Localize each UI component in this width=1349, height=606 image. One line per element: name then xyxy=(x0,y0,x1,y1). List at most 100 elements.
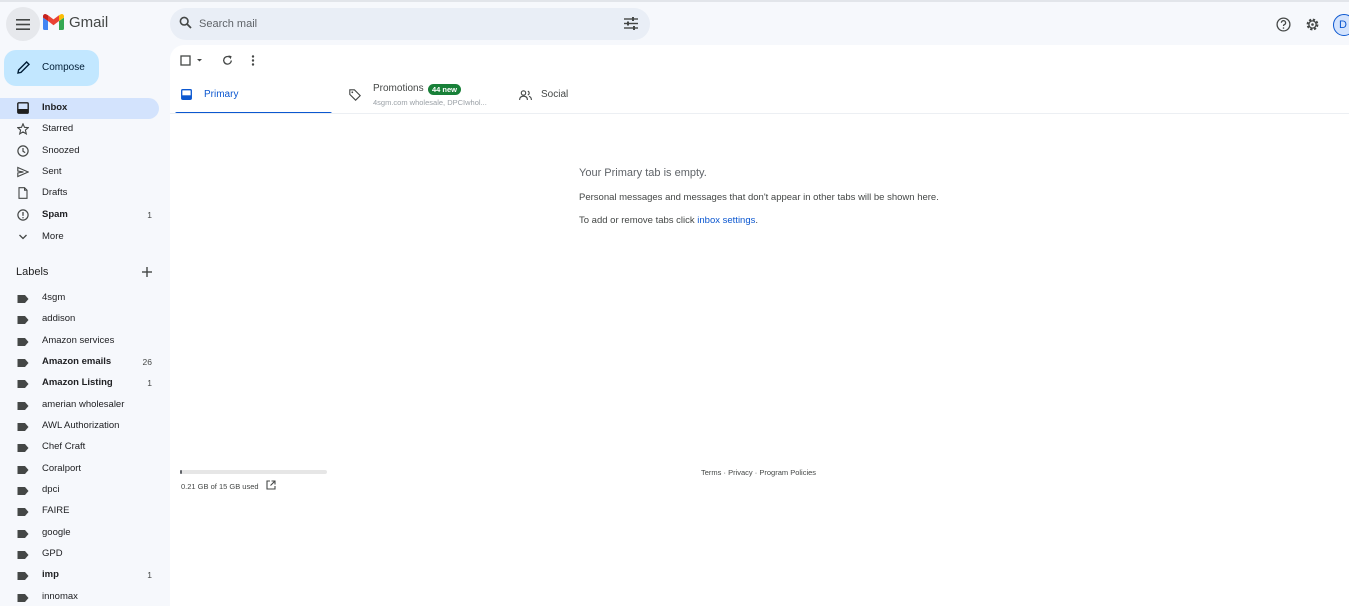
label-name: innomax xyxy=(42,591,78,602)
label-name: 4sgm xyxy=(42,292,66,303)
draft-icon xyxy=(18,187,28,199)
label-item[interactable]: GPD xyxy=(0,544,159,565)
label-name: imp xyxy=(42,569,59,580)
compose-label: Compose xyxy=(42,62,85,73)
gear-icon[interactable] xyxy=(1305,17,1320,32)
label-icon xyxy=(17,295,29,303)
help-icon[interactable] xyxy=(1276,17,1291,32)
label-icon xyxy=(17,316,29,324)
label-item[interactable]: Amazon emails 26 xyxy=(0,352,159,373)
label-name: GPD xyxy=(42,548,63,559)
label-item[interactable]: AWL Authorization xyxy=(0,416,159,437)
label-icon xyxy=(17,487,29,495)
labels-heading: Labels xyxy=(16,266,49,278)
label-name: google xyxy=(42,527,71,538)
external-link-icon[interactable] xyxy=(266,480,276,490)
inbox-settings-link[interactable]: inbox settings xyxy=(697,215,755,226)
search-bar[interactable] xyxy=(170,8,650,40)
label-item[interactable]: Chef Craft xyxy=(0,437,159,458)
nav-label: Inbox xyxy=(42,102,68,113)
label-item[interactable]: Coralport xyxy=(0,459,159,480)
label-name: amerian wholesaler xyxy=(42,399,125,410)
tab-senders-preview: 4sgm.com wholesale, DPCIwhol... xyxy=(373,98,487,107)
search-icon[interactable] xyxy=(179,16,192,29)
label-name: dpci xyxy=(42,484,60,495)
nav-label: Sent xyxy=(42,166,62,177)
label-icon xyxy=(17,466,29,474)
storage-meter xyxy=(180,470,327,474)
privacy-link[interactable]: Privacy xyxy=(728,468,753,477)
label-icon xyxy=(17,572,29,580)
empty-state-description: Personal messages and messages that don'… xyxy=(579,192,939,203)
spam-icon xyxy=(17,209,29,221)
people-icon xyxy=(519,90,532,101)
nav-label: Drafts xyxy=(42,187,68,198)
account-avatar[interactable]: D xyxy=(1333,14,1349,36)
label-icon xyxy=(17,359,29,367)
storage-usage-text[interactable]: 0.21 GB of 15 GB used xyxy=(181,482,259,491)
nav-label: Spam xyxy=(42,209,68,220)
label-name: Amazon services xyxy=(42,335,115,346)
compose-button[interactable]: Compose xyxy=(4,50,99,86)
unread-count: 1 xyxy=(147,210,152,220)
gmail-wordmark[interactable]: Gmail xyxy=(69,14,108,31)
label-icon xyxy=(17,530,29,538)
nav-label: More xyxy=(42,231,64,242)
select-checkbox-icon[interactable] xyxy=(180,55,204,66)
more-options-icon[interactable] xyxy=(251,55,255,66)
plus-icon[interactable] xyxy=(141,266,153,278)
search-options-icon[interactable] xyxy=(624,17,638,30)
label-item[interactable]: addison xyxy=(0,309,159,330)
label-icon xyxy=(17,508,29,516)
label-item[interactable]: innomax xyxy=(0,587,159,606)
nav-item-sent[interactable]: Sent xyxy=(0,162,159,183)
program-policies-link[interactable]: Program Policies xyxy=(759,468,816,477)
label-item[interactable]: dpci xyxy=(0,480,159,501)
label-item[interactable]: google xyxy=(0,523,159,544)
label-item[interactable]: 4sgm xyxy=(0,288,159,309)
tab-social[interactable]: Social xyxy=(515,81,635,114)
label-icon xyxy=(17,338,29,346)
label-name: addison xyxy=(42,313,76,324)
nav-item-spam[interactable]: Spam 1 xyxy=(0,205,159,226)
label-icon xyxy=(17,402,29,410)
label-item[interactable]: Amazon services xyxy=(0,331,159,352)
nav-item-more[interactable]: More xyxy=(0,227,159,248)
nav-item-starred[interactable]: Starred xyxy=(0,119,159,140)
hint-text: To add or remove tabs click xyxy=(579,215,698,226)
refresh-icon[interactable] xyxy=(222,55,233,66)
label-item[interactable]: Amazon Listing 1 xyxy=(0,373,159,394)
unread-count: 26 xyxy=(142,357,152,367)
storage-meter-fill xyxy=(180,470,183,474)
search-input[interactable] xyxy=(199,14,599,34)
empty-state-title: Your Primary tab is empty. xyxy=(579,167,707,179)
nav-label: Starred xyxy=(42,123,74,134)
hint-end: . xyxy=(755,215,759,226)
tabs-divider xyxy=(170,113,1349,114)
footer-links: Terms · Privacy · Program Policies xyxy=(701,468,816,477)
nav-item-drafts[interactable]: Drafts xyxy=(0,183,159,204)
label-icon xyxy=(17,594,29,602)
inbox-icon xyxy=(181,89,192,100)
main-menu-button[interactable] xyxy=(6,7,40,41)
star-icon xyxy=(17,123,29,135)
label-item[interactable]: imp 1 xyxy=(0,565,159,586)
label-name: FAIRE xyxy=(42,505,70,516)
terms-link[interactable]: Terms xyxy=(701,468,721,477)
nav-label: Snoozed xyxy=(42,145,80,156)
tab-label: Promotions xyxy=(373,83,424,94)
label-item[interactable]: FAIRE xyxy=(0,501,159,522)
gmail-logo-icon[interactable] xyxy=(43,14,64,30)
hamburger-icon xyxy=(16,18,30,30)
label-name: Amazon Listing xyxy=(42,377,113,388)
tab-primary[interactable]: Primary xyxy=(175,81,332,114)
empty-state-hint: To add or remove tabs click inbox settin… xyxy=(579,215,758,226)
label-name: Coralport xyxy=(42,463,82,474)
tab-label: Primary xyxy=(204,89,239,100)
top-bar: Gmail D xyxy=(0,2,1349,44)
tab-promotions[interactable]: Promotions 44 new 4sgm.com wholesale, DP… xyxy=(345,81,505,114)
nav-item-inbox[interactable]: Inbox xyxy=(0,98,159,119)
tab-label: Social xyxy=(541,89,569,100)
label-item[interactable]: amerian wholesaler xyxy=(0,395,159,416)
nav-item-snoozed[interactable]: Snoozed xyxy=(0,141,159,162)
